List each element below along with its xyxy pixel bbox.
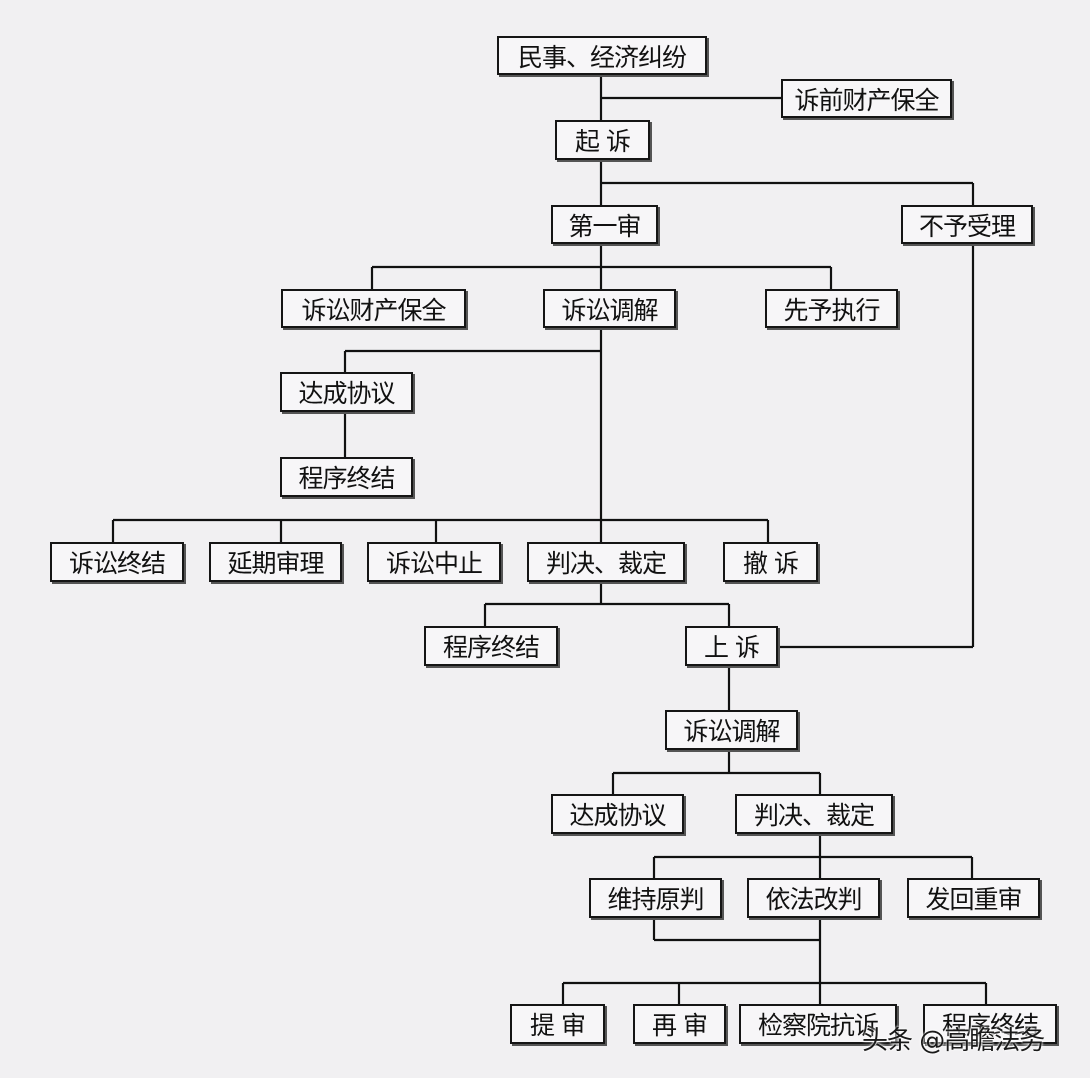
node-judgment-ruling-2: 判决、裁定 — [735, 794, 893, 834]
node-litigation-suspension: 诉讼中止 — [367, 542, 501, 582]
node-litigation-termination: 诉讼终结 — [50, 542, 184, 582]
node-advance-execution: 先予执行 — [765, 289, 898, 328]
watermark: 头条 @高瞻法务 — [862, 1026, 1045, 1056]
node-mediation-2: 诉讼调解 — [665, 710, 798, 750]
node-dispute: 民事、经济纠纷 — [497, 36, 707, 75]
node-revise: 依法改判 — [747, 878, 880, 918]
node-postponed-trial: 延期审理 — [209, 542, 342, 582]
node-remand: 发回重审 — [907, 878, 1040, 918]
node-not-accepted: 不予受理 — [901, 205, 1033, 244]
node-procedure-end-2: 程序终结 — [424, 626, 558, 666]
node-mediation-1: 诉讼调解 — [543, 289, 676, 328]
node-withdrawal: 撤 诉 — [723, 542, 818, 582]
node-judgment-ruling-1: 判决、裁定 — [527, 542, 685, 582]
node-first-instance: 第一审 — [551, 205, 658, 244]
node-retrial: 再 审 — [633, 1004, 726, 1044]
node-appeal: 上 诉 — [685, 626, 778, 666]
node-procedure-end-1: 程序终结 — [280, 457, 413, 497]
node-agreement-2: 达成协议 — [551, 794, 684, 834]
node-retrial-review: 提 审 — [510, 1004, 605, 1044]
node-pre-suit-preservation: 诉前财产保全 — [781, 79, 952, 118]
node-filing: 起 诉 — [555, 120, 650, 160]
node-agreement-1: 达成协议 — [280, 372, 413, 412]
node-litigation-preservation: 诉讼财产保全 — [281, 289, 466, 328]
node-uphold: 维持原判 — [589, 878, 722, 918]
